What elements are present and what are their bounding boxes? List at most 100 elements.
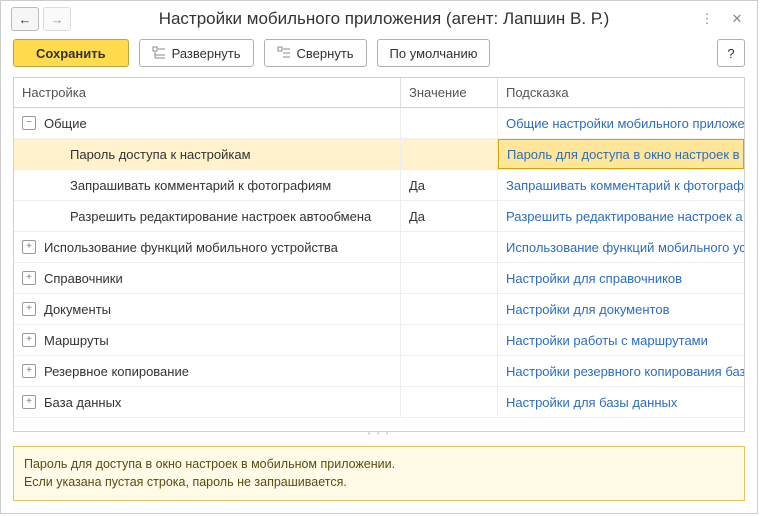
- hint-link[interactable]: Настройки работы с маршрутами: [506, 333, 708, 348]
- hint-link[interactable]: Настройки для справочников: [506, 271, 682, 286]
- cell-hint: Настройки для базы данных: [498, 387, 744, 417]
- cell-name: + Маршруты: [14, 325, 401, 355]
- cell-name: + Документы: [14, 294, 401, 324]
- table-row[interactable]: + База данных Настройки для базы данных: [14, 387, 744, 418]
- cell-value[interactable]: [401, 325, 498, 355]
- cell-name: + Справочники: [14, 263, 401, 293]
- hint-link[interactable]: Пароль для доступа в окно настроек в …: [507, 147, 744, 162]
- grid-body: −Общие Общие настройки мобильного приложе…: [14, 108, 744, 431]
- hint-link[interactable]: Настройки для документов: [506, 302, 669, 317]
- table-row[interactable]: Разрешить редактирование настроек автооб…: [14, 201, 744, 232]
- cell-name: Пароль доступа к настройкам: [14, 139, 401, 169]
- cell-name: + База данных: [14, 387, 401, 417]
- cell-hint: Настройки работы с маршрутами: [498, 325, 744, 355]
- cell-value[interactable]: [401, 108, 498, 138]
- table-row[interactable]: + Справочники Настройки для справочников: [14, 263, 744, 294]
- cell-value[interactable]: [401, 232, 498, 262]
- table-row[interactable]: Пароль доступа к настройкам Пароль для до…: [14, 139, 744, 170]
- table-row[interactable]: Запрашивать комментарий к фотографиям Да З…: [14, 170, 744, 201]
- expand-icon[interactable]: +: [22, 271, 36, 285]
- table-row[interactable]: + Документы Настройки для документов: [14, 294, 744, 325]
- row-name-label: Пароль доступа к настройкам: [70, 147, 251, 162]
- hint-line-1: Пароль для доступа в окно настроек в моб…: [24, 455, 734, 474]
- collapse-tree-icon: [277, 46, 291, 60]
- cell-value[interactable]: [401, 139, 498, 169]
- cell-value[interactable]: [401, 263, 498, 293]
- row-name-label: Использование функций мобильного устройс…: [44, 240, 338, 255]
- cell-value[interactable]: [401, 356, 498, 386]
- expand-icon[interactable]: +: [22, 333, 36, 347]
- row-name-label: База данных: [44, 395, 121, 410]
- window-title: Настройки мобильного приложения (агент: …: [79, 7, 689, 31]
- cell-value[interactable]: [401, 294, 498, 324]
- help-button[interactable]: ?: [717, 39, 745, 67]
- collapse-icon[interactable]: −: [22, 116, 36, 130]
- cell-hint: Настройки резервного копирования баз…: [498, 356, 744, 386]
- cell-value[interactable]: Да: [401, 170, 498, 200]
- hint-link[interactable]: Использование функций мобильного ус…: [506, 240, 744, 255]
- horizontal-splitter[interactable]: • • •: [13, 432, 745, 436]
- save-button[interactable]: Сохранить: [13, 39, 129, 67]
- column-header-value[interactable]: Значение: [401, 78, 498, 107]
- expand-icon[interactable]: +: [22, 240, 36, 254]
- save-label: Сохранить: [36, 46, 106, 61]
- table-row[interactable]: + Резервное копирование Настройки резервно…: [14, 356, 744, 387]
- row-name-label: Резервное копирование: [44, 364, 189, 379]
- arrow-left-icon: ←: [19, 12, 32, 27]
- cell-value[interactable]: [401, 387, 498, 417]
- row-name-label: Разрешить редактирование настроек автооб…: [70, 209, 371, 224]
- cell-name: + Использование функций мобильного устрой…: [14, 232, 401, 262]
- help-label: ?: [727, 46, 734, 61]
- app-window: ← → Настройки мобильного приложения (аге…: [0, 0, 758, 514]
- table-row[interactable]: −Общие Общие настройки мобильного приложе…: [14, 108, 744, 139]
- hint-link[interactable]: Общие настройки мобильного приложе…: [506, 116, 744, 131]
- settings-grid: Настройка Значение Подсказка −ОбщиеОбщие…: [13, 77, 745, 432]
- hint-description-box: Пароль для доступа в окно настроек в моб…: [13, 446, 745, 502]
- row-name-label: Общие: [44, 116, 87, 131]
- collapse-all-button[interactable]: Свернуть: [264, 39, 367, 67]
- cell-hint: Настройки для справочников: [498, 263, 744, 293]
- expand-tree-icon: [152, 46, 166, 60]
- table-row[interactable]: + Использование функций мобильного устрой…: [14, 232, 744, 263]
- cell-name: Разрешить редактирование настроек автооб…: [14, 201, 401, 231]
- cell-hint: Запрашивать комментарий к фотографи…: [498, 170, 744, 200]
- toolbar: Сохранить Развернуть Свернуть По умолчан…: [1, 35, 757, 77]
- titlebar-actions: ⋮ ✕: [697, 9, 747, 29]
- row-name-label: Справочники: [44, 271, 123, 286]
- cell-name: −Общие: [14, 108, 401, 138]
- forward-button[interactable]: →: [43, 7, 71, 31]
- cell-hint: Использование функций мобильного ус…: [498, 232, 744, 262]
- nav-group: ← →: [11, 7, 71, 31]
- grid-header: Настройка Значение Подсказка: [14, 78, 744, 108]
- expand-icon[interactable]: +: [22, 395, 36, 409]
- hint-link[interactable]: Разрешить редактирование настроек а…: [506, 209, 744, 224]
- hint-link[interactable]: Настройки для базы данных: [506, 395, 677, 410]
- expand-icon[interactable]: +: [22, 302, 36, 316]
- cell-name: Запрашивать комментарий к фотографиям: [14, 170, 401, 200]
- expand-label: Развернуть: [172, 46, 241, 61]
- cell-hint: Пароль для доступа в окно настроек в …: [498, 139, 744, 169]
- titlebar: ← → Настройки мобильного приложения (аге…: [1, 1, 757, 35]
- column-header-name[interactable]: Настройка: [14, 78, 401, 107]
- expand-icon[interactable]: +: [22, 364, 36, 378]
- close-button[interactable]: ✕: [727, 9, 747, 29]
- arrow-right-icon: →: [51, 12, 64, 27]
- cell-hint: Разрешить редактирование настроек а…: [498, 201, 744, 231]
- hint-link[interactable]: Настройки резервного копирования баз…: [506, 364, 744, 379]
- more-menu-button[interactable]: ⋮: [697, 9, 717, 29]
- collapse-label: Свернуть: [297, 46, 354, 61]
- cell-hint: Общие настройки мобильного приложе…: [498, 108, 744, 138]
- hint-link[interactable]: Запрашивать комментарий к фотографи…: [506, 178, 744, 193]
- hint-line-2: Если указана пустая строка, пароль не за…: [24, 473, 734, 492]
- row-name-label: Маршруты: [44, 333, 109, 348]
- default-label: По умолчанию: [390, 46, 478, 61]
- table-row[interactable]: + Маршруты Настройки работы с маршрутами: [14, 325, 744, 356]
- expand-all-button[interactable]: Развернуть: [139, 39, 254, 67]
- back-button[interactable]: ←: [11, 7, 39, 31]
- column-header-hint[interactable]: Подсказка: [498, 78, 744, 107]
- vertical-dots-icon: ⋮: [701, 11, 714, 27]
- cell-value[interactable]: Да: [401, 201, 498, 231]
- row-name-label: Запрашивать комментарий к фотографиям: [70, 178, 331, 193]
- row-name-label: Документы: [44, 302, 111, 317]
- reset-default-button[interactable]: По умолчанию: [377, 39, 491, 67]
